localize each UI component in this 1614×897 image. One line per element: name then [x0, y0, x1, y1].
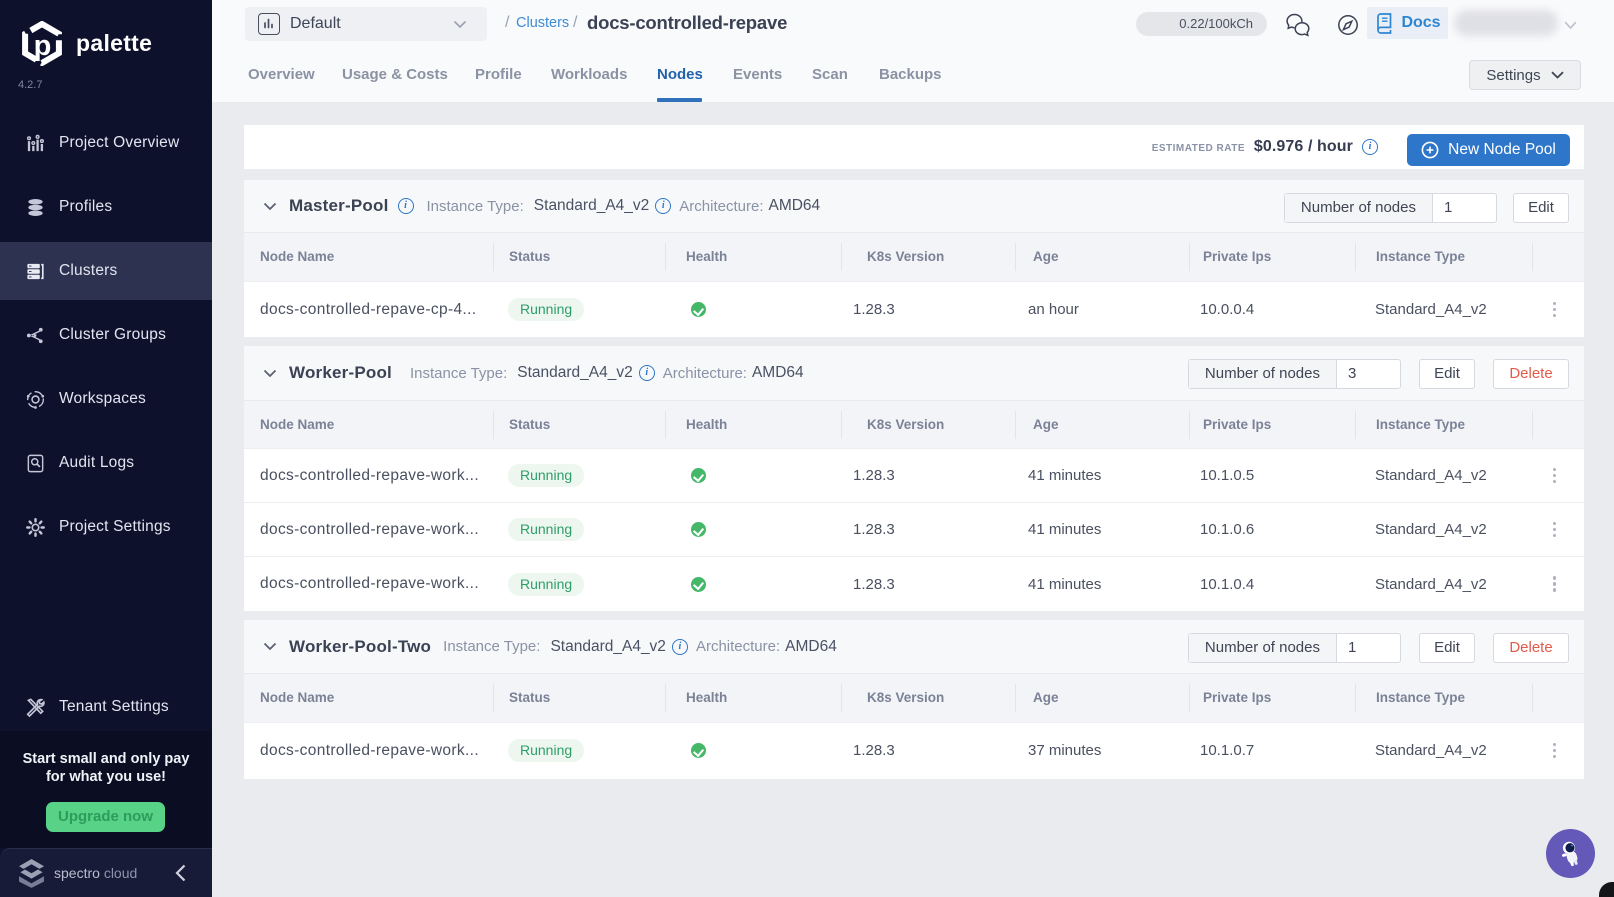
svg-text:p: p — [34, 30, 52, 62]
